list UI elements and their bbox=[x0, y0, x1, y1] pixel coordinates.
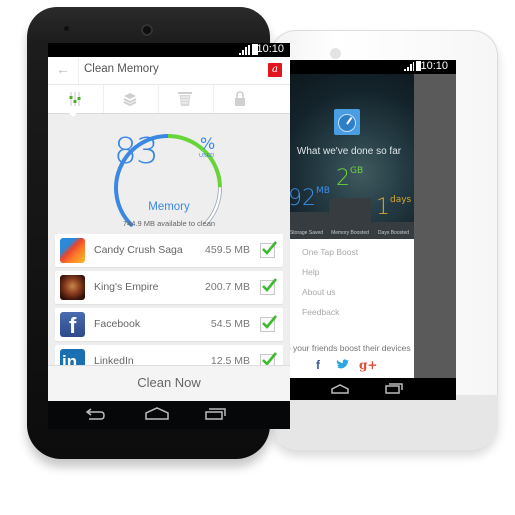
recent-apps-icon[interactable] bbox=[204, 407, 228, 421]
lock-icon bbox=[235, 91, 245, 106]
app-name: King's Empire bbox=[94, 281, 159, 293]
back-phone: 10:10 What we've done so far Memory Boos… bbox=[270, 30, 498, 450]
app-bar: ← Clean Memory a bbox=[48, 57, 290, 85]
home-icon[interactable] bbox=[144, 407, 170, 421]
back-phone-screen: 10:10 What we've done so far Memory Boos… bbox=[284, 60, 456, 400]
active-tab-indicator bbox=[68, 112, 78, 117]
share-prompt: lp your friends boost their devices bbox=[284, 343, 411, 353]
dimmed-content bbox=[414, 74, 456, 378]
app-name: Candy Crush Saga bbox=[94, 244, 183, 256]
divider bbox=[78, 57, 79, 84]
twitter-icon[interactable] bbox=[336, 359, 349, 373]
status-time: 10:10 bbox=[420, 60, 448, 72]
days-boosted-label: Days Boosted bbox=[377, 230, 410, 236]
app-size: 459.5 MB bbox=[205, 244, 250, 256]
checkmark-icon bbox=[262, 241, 278, 255]
app-size: 54.5 MB bbox=[210, 318, 250, 330]
equalizer-icon bbox=[69, 92, 81, 106]
menu-item-one-tap-boost[interactable]: One Tap Boost bbox=[302, 247, 358, 257]
facebook-app-icon: f bbox=[60, 312, 85, 338]
hero-title: What we've done so far bbox=[296, 146, 402, 157]
tab-memory[interactable] bbox=[48, 85, 104, 117]
front-camera bbox=[141, 24, 153, 36]
days-podium: Days Boosted bbox=[371, 222, 416, 239]
home-icon[interactable] bbox=[330, 383, 350, 395]
app-checkbox[interactable] bbox=[260, 241, 278, 258]
memory-used-percent: 83 bbox=[114, 131, 159, 172]
app-name: Facebook bbox=[94, 318, 141, 330]
storage-saved-label: Storage Saved bbox=[289, 230, 324, 236]
app-size: 200.7 MB bbox=[205, 281, 250, 293]
memory-boosted-label: Memory Boosted bbox=[331, 230, 369, 236]
list-item[interactable]: Candy Crush Saga 459.5 MB bbox=[55, 234, 283, 267]
facebook-icon[interactable]: f bbox=[316, 358, 320, 372]
days-boosted-stat: 1days bbox=[376, 195, 412, 220]
trash-icon bbox=[178, 92, 192, 106]
tab-storage[interactable] bbox=[103, 85, 159, 113]
used-label: USED bbox=[199, 153, 215, 159]
clean-now-button[interactable]: Clean Now bbox=[48, 365, 290, 401]
navigation-bar bbox=[48, 401, 290, 429]
list-item[interactable]: King's Empire 200.7 MB bbox=[55, 271, 283, 304]
menu-item-about-us[interactable]: About us bbox=[302, 287, 336, 297]
layers-icon bbox=[123, 93, 137, 107]
app-checkbox[interactable] bbox=[260, 278, 278, 295]
back-icon[interactable] bbox=[85, 407, 107, 421]
phone-chin bbox=[270, 395, 498, 450]
menu-item-help[interactable]: Help bbox=[302, 267, 319, 277]
avira-logo-icon: a bbox=[268, 63, 282, 77]
checkmark-icon bbox=[262, 315, 278, 329]
menu-item-feedback[interactable]: Feedback bbox=[302, 307, 339, 317]
status-bar: 10:10 bbox=[48, 43, 290, 57]
memory-boosted-stat: 2GB bbox=[336, 166, 364, 191]
google-plus-icon[interactable]: g+ bbox=[359, 358, 377, 372]
memory-podium: Memory Boosted bbox=[329, 198, 371, 239]
tab-privacy[interactable] bbox=[213, 85, 268, 113]
back-arrow-icon[interactable]: ← bbox=[56, 61, 70, 77]
recent-apps-icon[interactable] bbox=[384, 382, 404, 394]
earpiece bbox=[330, 48, 341, 59]
app-checkbox[interactable] bbox=[260, 315, 278, 332]
side-menu: One Tap Boost Help About us Feedback lp … bbox=[284, 239, 414, 378]
percent-symbol: % bbox=[200, 134, 216, 153]
status-bar: 10:10 bbox=[284, 60, 456, 74]
speedometer-icon bbox=[334, 109, 360, 135]
signal-icon bbox=[404, 62, 414, 74]
page-title: Clean Memory bbox=[84, 63, 159, 75]
storage-saved-stat: 92MB bbox=[288, 186, 330, 211]
status-time: 10:10 bbox=[256, 43, 284, 55]
checkmark-icon bbox=[262, 278, 278, 292]
storage-podium: Storage Saved bbox=[284, 212, 329, 239]
gauge-title: Memory bbox=[148, 201, 190, 213]
navigation-bar bbox=[284, 378, 456, 400]
tab-trash[interactable] bbox=[158, 85, 214, 113]
candy-crush-icon bbox=[60, 238, 85, 263]
available-to-clean: 744.9 MB available to clean bbox=[122, 219, 216, 228]
front-phone-screen: 10:10 ← Clean Memory a 83 % USED Memory … bbox=[48, 43, 290, 401]
tab-bar bbox=[48, 85, 290, 117]
proximity-sensor bbox=[64, 26, 69, 31]
list-item[interactable]: f Facebook 54.5 MB bbox=[55, 308, 283, 341]
kings-empire-icon bbox=[60, 275, 85, 300]
